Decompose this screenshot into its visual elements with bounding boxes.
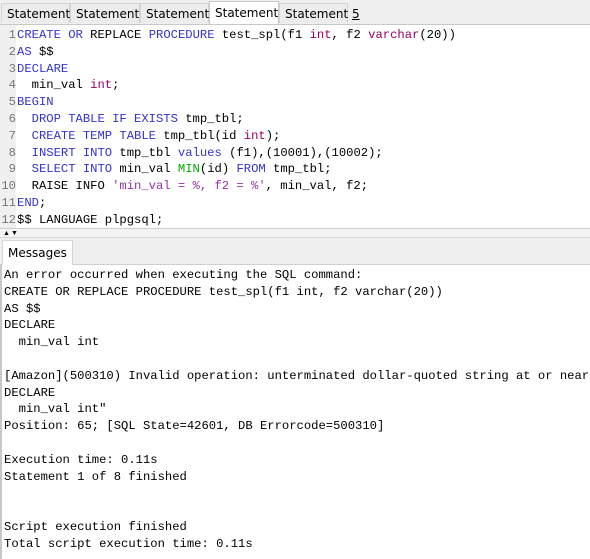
line-number: 6 (8, 112, 16, 126)
message-line: AS $$ (4, 301, 41, 316)
code-line[interactable]: 5BEGIN (0, 94, 590, 111)
line-number: 10 (1, 179, 16, 194)
code-token: BEGIN (17, 95, 54, 110)
code-token: PROCEDURE (148, 28, 215, 42)
code-token: , f2 (331, 28, 369, 42)
code-token: END (17, 196, 39, 210)
code-token: tmp_tbl; (265, 162, 332, 177)
line-number: 12 (1, 212, 16, 227)
message-line: An error occurred when executing the SQL… (4, 268, 363, 282)
message-line: Position: 65; [SQL State=42601, DB Error… (4, 419, 385, 434)
code-token: (id) (199, 162, 237, 177)
line-number: 7 (8, 128, 16, 143)
code-token: CREATE TEMP TABLE (31, 128, 156, 143)
expand-up-icon[interactable]: ▲ (3, 230, 10, 237)
message-line: Total script execution time: 0.11s (4, 536, 253, 551)
code-token: REPLACE (82, 28, 149, 42)
tab-label: Statement (146, 7, 213, 21)
code-line[interactable]: 6 DROP TABLE IF EXISTS tmp_tbl; (0, 111, 590, 128)
line-number: 5 (8, 95, 16, 110)
messages-panel[interactable]: An error occurred when executing the SQL… (0, 265, 590, 559)
code-token: int (309, 28, 332, 42)
sql-editor[interactable]: 1CREATE OR REPLACE PROCEDURE test_spl(f1… (0, 25, 590, 228)
code-line[interactable]: 8 INSERT INTO tmp_tbl values (f1),(10001… (0, 145, 590, 162)
code-token: INSERT INTO (31, 145, 113, 160)
code-token: values (177, 145, 222, 160)
code-token: DROP TABLE IF EXISTS (31, 112, 178, 126)
line-number: 3 (8, 61, 16, 76)
message-line: CREATE OR REPLACE PROCEDURE test_spl(f1 … (4, 284, 443, 299)
tab-statement-1[interactable]: Statement 1 (1, 3, 82, 23)
code-token: varchar (368, 28, 420, 42)
code-token: , min_val, f2; (265, 179, 369, 194)
code-line[interactable]: 11END; (0, 195, 590, 212)
tab-statement-3[interactable]: Statement 3 (140, 3, 221, 23)
tab-messages[interactable]: Messages (2, 240, 73, 265)
code-token: int (243, 128, 266, 143)
statement-tab-bar: Statement 1 Statement 2 Statement 3 Stat… (0, 0, 590, 25)
code-line[interactable]: 2AS $$ (0, 44, 590, 61)
message-line: Statement 1 of 8 finished (4, 469, 187, 484)
code-token: tmp_tbl(id (155, 128, 244, 143)
code-token: tmp_tbl (112, 145, 178, 160)
message-line: DECLARE (4, 318, 56, 333)
code-line[interactable]: 12$$ LANGUAGE plpgsql; (0, 212, 590, 229)
code-token: OR (68, 28, 83, 42)
code-token: SELECT INTO (31, 162, 113, 177)
message-line: [Amazon](500310) Invalid operation: unte… (4, 368, 590, 383)
code-token: RAISE INFO (17, 179, 113, 194)
code-token: $$ (31, 44, 54, 59)
message-line: min_val int" (4, 402, 107, 417)
code-token: AS (17, 44, 32, 59)
code-token: $$ LANGUAGE plpgsql; (17, 212, 164, 227)
code-token: MIN (177, 162, 200, 177)
code-token: (f1),(10001),(10002); (221, 145, 383, 160)
code-token: CREATE (17, 28, 61, 42)
line-number: 9 (8, 162, 16, 177)
code-line[interactable]: 1CREATE OR REPLACE PROCEDURE test_spl(f1… (0, 27, 590, 44)
code-token: ; (112, 78, 120, 93)
code-token: tmp_tbl; (177, 112, 244, 126)
code-line[interactable]: 7 CREATE TEMP TABLE tmp_tbl(id int); (0, 128, 590, 145)
code-line[interactable]: 4 min_val int; (0, 77, 590, 94)
tab-label: Statement (285, 7, 352, 21)
message-line: Script execution finished (4, 520, 187, 534)
line-number: 8 (8, 145, 16, 160)
code-token: min_val (17, 78, 91, 93)
message-line: Execution time: 0.11s (4, 452, 158, 467)
code-token: ; (38, 196, 47, 210)
line-number: 11 (1, 196, 16, 210)
tab-statement-2[interactable]: Statement 2 (70, 3, 151, 23)
tab-statement-5[interactable]: Statement 5 (279, 3, 360, 23)
code-token: 'min_val = %, f2 = %' (112, 179, 266, 194)
tab-label: Statement (215, 6, 282, 20)
line-number: 4 (8, 78, 16, 93)
code-line[interactable]: 9 SELECT INTO min_val MIN(id) FROM tmp_t… (0, 161, 590, 178)
message-line: DECLARE (4, 385, 56, 400)
code-token: int (90, 78, 113, 93)
tab-mnemonic: 5 (351, 7, 360, 21)
code-token: min_val (112, 162, 178, 177)
code-token: (20)) (419, 28, 456, 42)
line-number: 1 (8, 28, 16, 42)
message-line: min_val int (4, 335, 100, 350)
code-line[interactable]: 3DECLARE (0, 61, 590, 78)
panel-splitter[interactable]: ▲ ▼ (0, 228, 590, 238)
code-token: DECLARE (17, 61, 69, 76)
code-token: ); (265, 128, 281, 143)
tab-label: Statement (7, 7, 74, 21)
code-token: FROM (236, 162, 266, 177)
result-tab-bar: Messages (0, 238, 590, 265)
tab-statement-4[interactable]: Statement 4 (209, 1, 290, 24)
code-line[interactable]: 10 RAISE INFO 'min_val = %, f2 = %', min… (0, 178, 590, 195)
line-number: 2 (8, 44, 16, 59)
tab-label: Statement (76, 7, 143, 21)
expand-down-icon[interactable]: ▼ (11, 230, 18, 237)
code-token: test_spl(f1 (214, 28, 310, 42)
